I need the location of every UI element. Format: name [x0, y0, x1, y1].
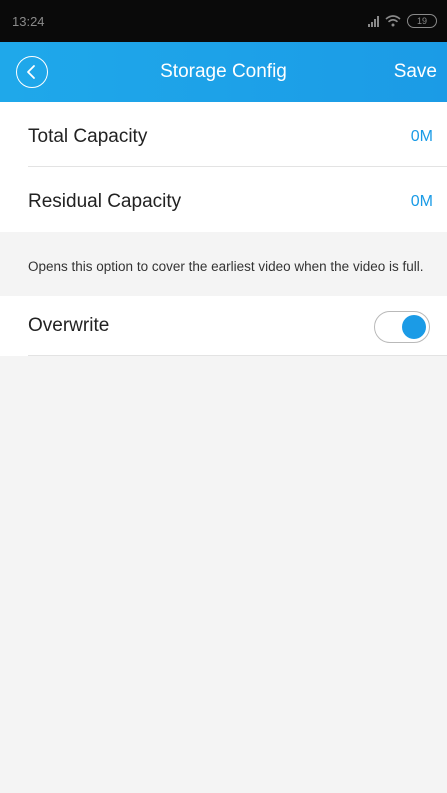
page-title: Storage Config — [160, 61, 287, 82]
overwrite-label: Overwrite — [28, 315, 110, 336]
overwrite-hint: Opens this option to cover the earliest … — [28, 259, 424, 274]
battery-icon: 19 — [407, 14, 437, 28]
status-time: 13:24 — [12, 13, 45, 29]
capacity-card: Total Capacity 0M Residual Capacity 0M — [0, 102, 447, 232]
divider — [28, 355, 447, 356]
wifi-icon — [385, 15, 401, 27]
divider — [28, 166, 447, 167]
status-icons: 19 — [368, 14, 437, 28]
residual-capacity-label: Residual Capacity — [28, 191, 182, 212]
residual-capacity-value: 0M — [410, 193, 433, 210]
total-capacity-value: 0M — [410, 128, 433, 145]
header-bar: Storage Config Save — [0, 42, 447, 102]
save-button[interactable]: Save — [394, 42, 437, 102]
status-bar: 13:24 19 — [0, 0, 447, 42]
total-capacity-label: Total Capacity — [28, 126, 148, 147]
signal-icon — [368, 15, 379, 27]
overwrite-toggle[interactable] — [374, 311, 430, 343]
residual-capacity-row: Residual Capacity 0M — [0, 169, 447, 235]
total-capacity-row: Total Capacity 0M — [0, 104, 447, 170]
toggle-knob — [402, 314, 426, 339]
battery-level: 19 — [416, 15, 427, 26]
